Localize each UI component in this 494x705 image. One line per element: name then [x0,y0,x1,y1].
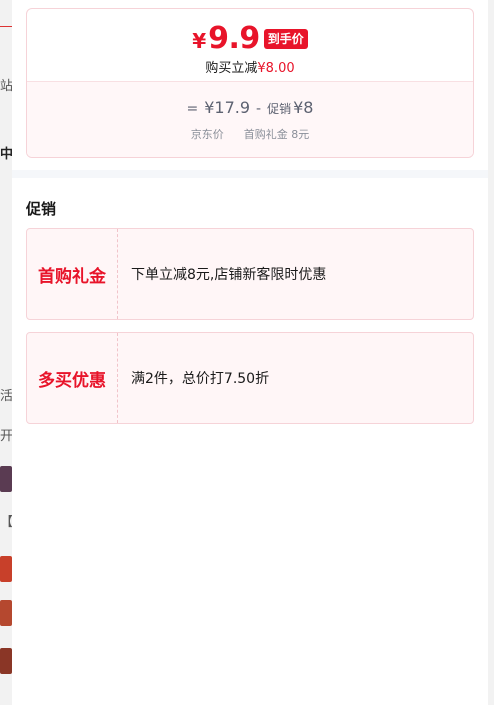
jd-price-caption: 京东价 [190,128,224,141]
promotion-description: 满2件，总价打7.50折 [131,371,270,387]
final-price-tag: 到手价 [263,28,308,49]
price-card: ¥ 9.9 到手价 购买立减¥8.00 = ¥17.9 - 促销 ¥8 京东价 … [26,8,474,158]
price-formula: = ¥17.9 - 促销 ¥8 [27,98,473,117]
background-thumbnail [0,648,12,674]
background-thumbnail [0,556,12,582]
background-thumbnail [0,600,12,626]
minus-sign: - [256,101,262,117]
price-detail-sheet: ¥ 9.9 到手价 购买立减¥8.00 = ¥17.9 - 促销 ¥8 京东价 … [12,0,488,705]
promo-label: 促销 [267,102,292,116]
promotion-description: 下单立减8元,店铺新客限时优惠 [131,267,327,283]
promotion-name: 首购礼金 [27,229,118,319]
purchase-reduction: 购买立减¥8.00 [27,57,473,76]
jd-price-value: ¥17.9 [204,98,251,117]
background-thumbnail [0,466,12,492]
gift-caption: 首购礼金 8元 [243,128,310,141]
price-captions: 京东价 首购礼金 8元 [27,126,473,142]
background-page: 站 中 活 开 【 [0,0,12,705]
section-divider [12,170,488,178]
currency-symbol: ¥ [192,29,207,53]
background-text: 活 [0,389,12,404]
background-text: 【 [0,515,12,530]
promotion-name: 多买优惠 [27,333,118,423]
promotions-title: 促销 [26,200,57,218]
promotion-item[interactable]: 多买优惠 满2件，总价打7.50折 [26,332,474,424]
final-price: ¥ 9.9 [192,21,260,56]
reduction-label: 购买立减 [205,61,258,76]
background-divider [0,26,12,27]
background-edge [488,0,494,705]
equals-sign: = [186,101,199,117]
promo-amount: ¥8 [293,98,314,117]
final-price-area: ¥ 9.9 到手价 购买立减¥8.00 [27,9,473,81]
background-text: 中 [0,147,12,162]
reduction-amount: ¥8.00 [257,61,295,76]
final-price-row: ¥ 9.9 到手价 [27,21,473,56]
background-text: 站 [0,79,12,94]
price-breakdown: = ¥17.9 - 促销 ¥8 京东价 首购礼金 8元 [27,81,473,157]
final-price-value: 9.9 [208,21,260,56]
background-text: 开 [0,429,12,444]
promotion-item[interactable]: 首购礼金 下单立减8元,店铺新客限时优惠 [26,228,474,320]
